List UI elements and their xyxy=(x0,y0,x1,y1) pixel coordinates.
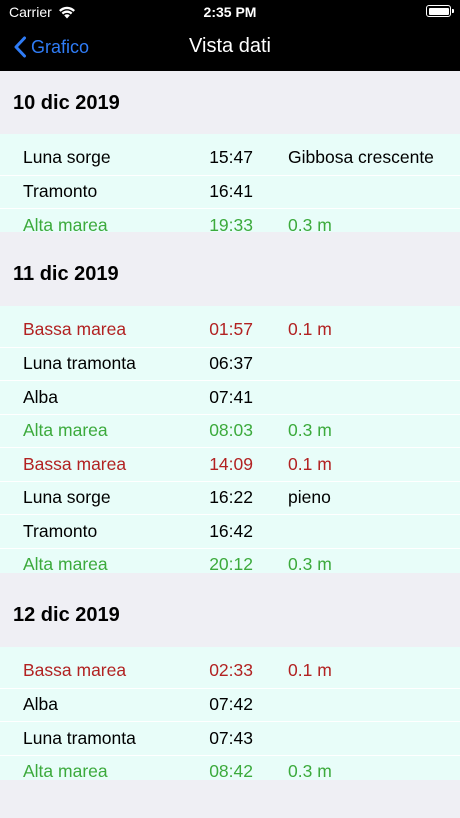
navigation-bar: Grafico Vista dati xyxy=(0,24,460,71)
page-title: Vista dati xyxy=(189,35,271,57)
event-time: 14:09 xyxy=(209,453,253,474)
event-label: Bassa marea xyxy=(23,319,127,340)
event-time: 02:33 xyxy=(209,660,253,681)
event-label: Tramonto xyxy=(23,181,98,202)
event-row[interactable]: Luna sorge 16:22 pieno xyxy=(0,480,460,515)
event-time: 06:37 xyxy=(209,353,253,374)
event-time: 20:12 xyxy=(209,554,253,575)
event-info: 0.3 m xyxy=(288,761,332,782)
event-label: Bassa marea xyxy=(23,660,127,681)
event-label: Luna tramonta xyxy=(23,727,136,748)
event-label: Luna sorge xyxy=(23,147,111,168)
event-row[interactable]: Bassa marea 02:33 0.1 m xyxy=(0,654,460,688)
section-rows: Bassa marea 02:33 0.1 m Alba 07:42 Luna … xyxy=(0,647,460,781)
section-date-header: 10 dic 2019 xyxy=(13,92,120,114)
event-label: Bassa marea xyxy=(23,453,127,474)
section-rows: Bassa marea 01:57 0.1 m Luna tramonta 06… xyxy=(0,306,460,574)
event-info: 0.3 m xyxy=(288,214,332,235)
event-info: 0.3 m xyxy=(288,554,332,575)
status-time: 2:35 PM xyxy=(203,4,257,20)
event-info: 0.1 m xyxy=(288,319,332,340)
event-info: 0.3 m xyxy=(288,420,332,441)
event-row[interactable]: Alba 07:42 xyxy=(0,687,460,722)
status-bar: Carrier 2:35 PM xyxy=(0,0,460,24)
event-info: pieno xyxy=(288,487,331,508)
event-label: Alta marea xyxy=(23,420,108,441)
event-row[interactable]: Luna tramonta 07:43 xyxy=(0,721,460,755)
event-row[interactable]: Tramonto 16:42 xyxy=(0,514,460,548)
event-label: Luna tramonta xyxy=(23,353,136,374)
event-label: Alta marea xyxy=(23,554,108,575)
event-row[interactable]: Bassa marea 01:57 0.1 m xyxy=(0,313,460,347)
event-row[interactable]: Alta marea 08:42 0.3 m xyxy=(0,754,460,789)
event-info: Gibbosa crescente xyxy=(288,147,434,168)
event-row[interactable]: Alba 07:41 xyxy=(0,380,460,414)
event-row[interactable]: Luna sorge 15:47 Gibbosa crescente xyxy=(0,141,460,175)
event-time: 16:22 xyxy=(209,487,253,508)
event-time: 07:41 xyxy=(209,386,253,407)
section-date-header: 11 dic 2019 xyxy=(13,263,119,285)
section-rows: Luna sorge 15:47 Gibbosa crescente Tramo… xyxy=(0,134,460,235)
event-row[interactable]: Luna tramonta 06:37 xyxy=(0,346,460,381)
event-label: Alba xyxy=(23,386,59,407)
event-info: 0.1 m xyxy=(288,453,332,474)
battery-icon xyxy=(426,5,454,17)
event-row[interactable]: Alta marea 20:12 0.3 m xyxy=(0,547,460,582)
data-list[interactable]: 10 dic 2019 Luna sorge 15:47 Gibbosa cre… xyxy=(0,71,460,781)
event-row[interactable]: Tramonto 16:41 xyxy=(0,174,460,209)
event-time: 07:42 xyxy=(209,694,253,715)
event-label: Alta marea xyxy=(23,761,108,782)
event-time: 07:43 xyxy=(209,727,253,748)
event-row[interactable]: Bassa marea 14:09 0.1 m xyxy=(0,447,460,481)
event-time: 15:47 xyxy=(209,147,253,168)
event-label: Luna sorge xyxy=(23,487,111,508)
event-time: 16:42 xyxy=(209,520,253,541)
top-bar: Carrier 2:35 PM Grafico Vista dati xyxy=(0,0,460,71)
section-date-header: 12 dic 2019 xyxy=(13,604,120,626)
day-section: 11 dic 2019 Bassa marea 01:57 0.1 m Luna… xyxy=(0,232,460,574)
event-time: 08:42 xyxy=(209,761,253,782)
event-time: 08:03 xyxy=(209,420,253,441)
event-label: Alba xyxy=(23,694,59,715)
event-row[interactable]: Alta marea 08:03 0.3 m xyxy=(0,413,460,448)
event-label: Tramonto xyxy=(23,520,98,541)
event-time: 19:33 xyxy=(209,214,253,235)
event-label: Alta marea xyxy=(23,214,108,235)
event-info: 0.1 m xyxy=(288,660,332,681)
day-section: 10 dic 2019 Luna sorge 15:47 Gibbosa cre… xyxy=(0,71,460,235)
event-row[interactable]: Alta marea 19:33 0.3 m xyxy=(0,208,460,242)
event-time: 16:41 xyxy=(209,181,253,202)
day-section: 12 dic 2019 Bassa marea 02:33 0.1 m Alba… xyxy=(0,573,460,781)
event-time: 01:57 xyxy=(209,319,253,340)
